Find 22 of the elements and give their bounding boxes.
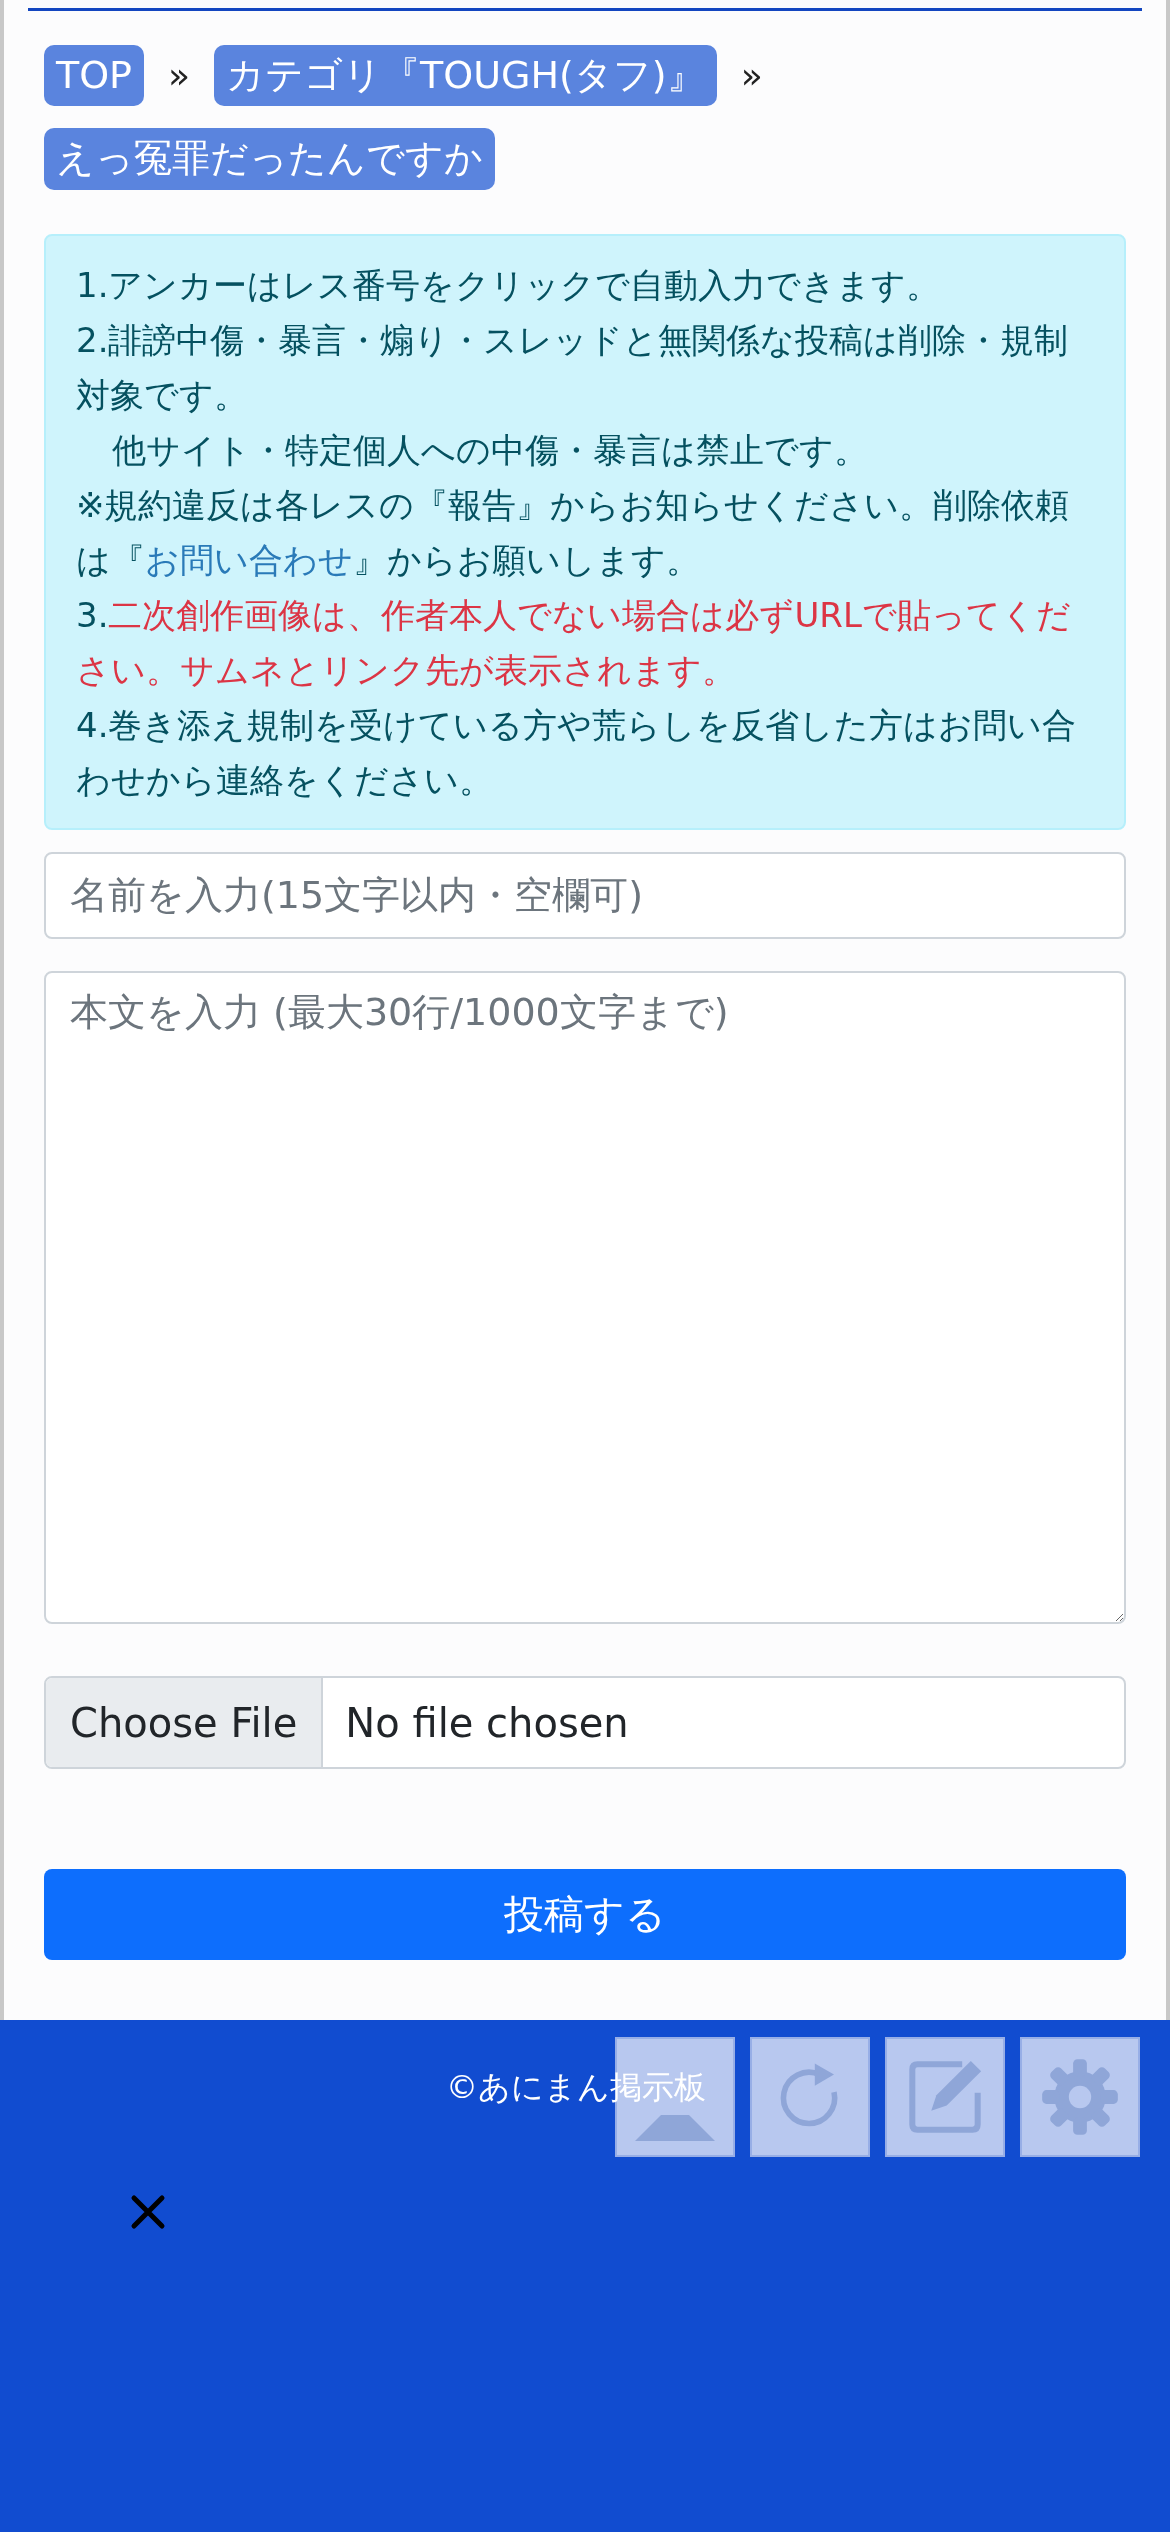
name-field[interactable]: 名前を入力(15文字以内・空欄可) [44, 851, 1126, 940]
body-field[interactable]: 本文を入力 (最大30行/1000文字まで) [44, 971, 1126, 1625]
breadcrumb-link[interactable]: TOP [44, 44, 145, 107]
contact-link[interactable]: お問い合わせ [145, 539, 353, 580]
edit-button[interactable] [885, 2037, 1005, 2157]
breadcrumb-separator: » [740, 55, 763, 97]
notice-paragraph: 3.二次創作画像は、作者本人でない場合は必ずURLで貼ってください。サムネとリンク先が表示されます。 [76, 593, 1072, 692]
submit-button[interactable]: 投稿する [44, 1869, 1126, 1960]
notice-paragraph: ※規約違反は各レスの『報告』からお知らせください。削除依頼は『お問い合わせ』からお願いします。 [76, 483, 1071, 582]
notice-paragraph: 他サイト・特定個人への中傷・暴言は禁止です。 [111, 428, 869, 472]
file-status: No file chosen [344, 1698, 630, 1748]
file-input[interactable]: Choose File No file chosen [44, 1676, 1126, 1770]
notice-paragraph: 2.誹謗中傷・暴言・煽り・スレッドと無関係な投稿は削除・規制対象です。 [76, 318, 1070, 417]
triangle-icon [635, 2115, 715, 2141]
notice-paragraph: 1.アンカーはレス番号をクリックで自動入力できます。 [76, 263, 942, 307]
notice-paragraph: 4.巻き添え規制を受けている方や荒らしを反省した方はお問い合わせから連絡をください。 [76, 703, 1078, 802]
choose-file-button[interactable]: Choose File [46, 1678, 324, 1768]
settings-button[interactable] [1020, 2037, 1140, 2157]
reload-button[interactable] [750, 2037, 870, 2157]
breadcrumb-link[interactable]: カテゴリ『TOUGH(タフ)』 [214, 44, 717, 107]
breadcrumb-link[interactable]: えっ冤罪だったんですか [44, 128, 495, 190]
breadcrumb-separator: » [168, 55, 191, 97]
